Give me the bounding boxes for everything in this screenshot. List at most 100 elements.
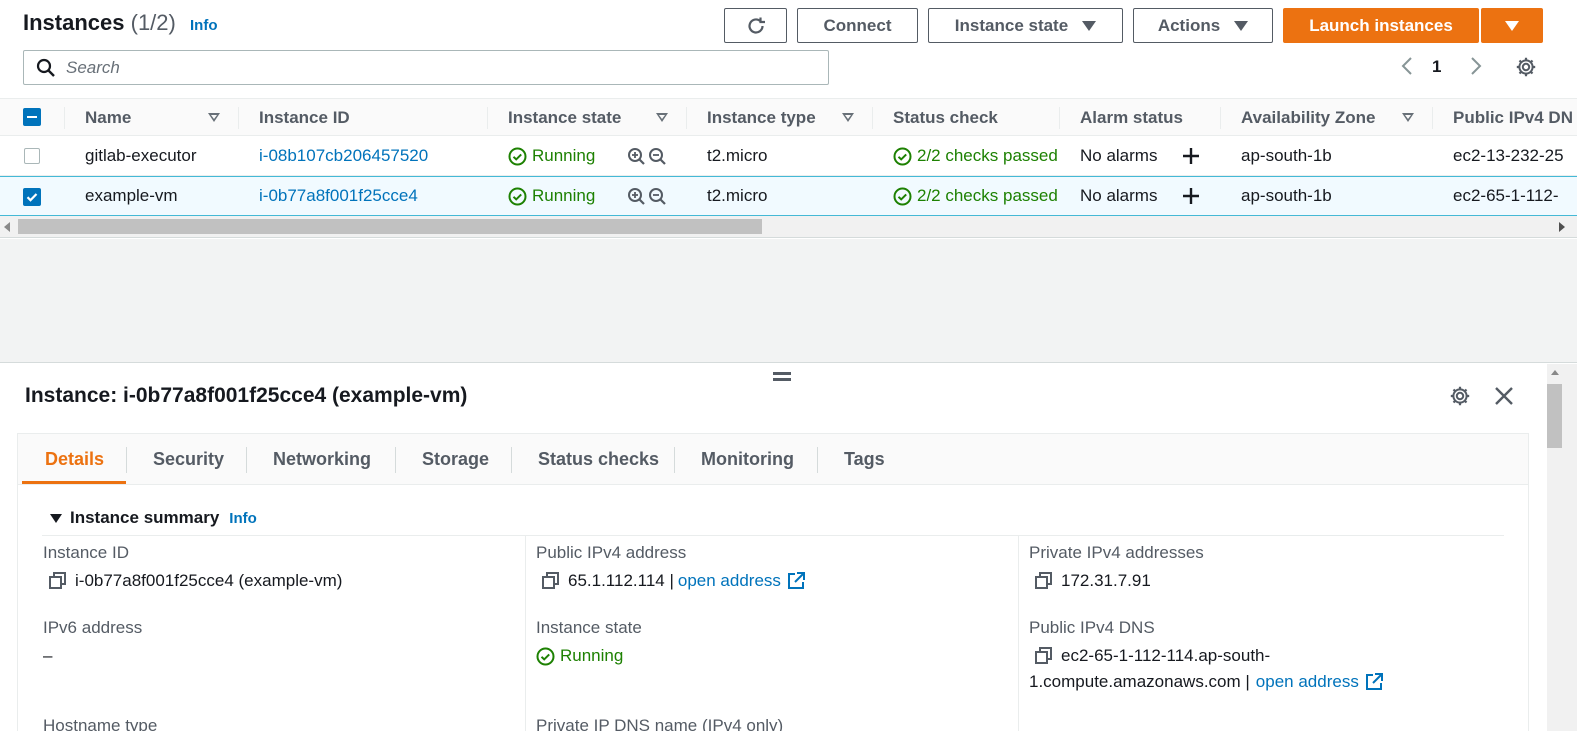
launch-instances-button[interactable]: Launch instances	[1283, 8, 1479, 43]
private-ipv4-value: 172.31.7.91	[1035, 571, 1151, 591]
table-header: Name Instance ID Instance state Instance…	[0, 98, 1577, 136]
page-number[interactable]: 1	[1432, 57, 1441, 77]
sort-icon[interactable]	[208, 113, 220, 122]
vertical-scrollbar[interactable]	[1547, 364, 1577, 731]
next-page-button[interactable]	[1467, 55, 1485, 77]
column-header-availability-zone[interactable]: Availability Zone	[1241, 99, 1375, 137]
instance-details-panel: Instance: i-0b77a8f001f25cce4 (example-v…	[0, 364, 1547, 731]
sort-icon[interactable]	[1402, 113, 1414, 122]
copy-icon[interactable]	[542, 572, 560, 590]
scroll-left-icon[interactable]	[4, 222, 10, 232]
plus-icon	[1183, 188, 1199, 204]
copy-icon[interactable]	[1035, 647, 1053, 665]
availability-zone: ap-south-1b	[1241, 146, 1332, 165]
tab-networking[interactable]: Networking	[273, 434, 371, 485]
prev-page-button[interactable]	[1398, 55, 1416, 77]
column-header-status-check[interactable]: Status check	[893, 99, 998, 137]
drag-handle-icon[interactable]	[773, 372, 791, 381]
scrollbar-thumb[interactable]	[1547, 384, 1562, 448]
row-checkbox[interactable]	[24, 148, 40, 164]
horizontal-scrollbar[interactable]	[0, 216, 1577, 238]
scroll-up-icon[interactable]	[1551, 370, 1559, 375]
open-address-link[interactable]: open address	[1256, 672, 1359, 692]
alarm-status: No alarms	[1080, 146, 1158, 165]
check-circle-icon	[508, 147, 527, 165]
column-header-instance-id[interactable]: Instance ID	[259, 99, 350, 137]
instance-summary-toggle[interactable]: Instance summary Info	[50, 508, 257, 528]
launch-dropdown-button[interactable]	[1481, 8, 1543, 43]
tab-details[interactable]: Details	[45, 434, 104, 485]
public-ipv4-label: Public IPv4 address	[536, 543, 687, 562]
tab-storage[interactable]: Storage	[422, 434, 489, 485]
alarm-status: No alarms	[1080, 186, 1158, 205]
instance-id-link[interactable]: i-08b107cb206457520	[259, 136, 428, 176]
instance-name: example-vm	[85, 186, 178, 205]
public-dns-value: ec2-65-1-112-114.ap-south-	[1035, 646, 1270, 666]
check-circle-icon	[508, 187, 527, 205]
column-header-public-dns[interactable]: Public IPv4 DN	[1453, 99, 1573, 137]
external-link-icon[interactable]	[1365, 673, 1383, 691]
sort-icon[interactable]	[842, 113, 854, 122]
public-dns: ec2-65-1-112-	[1453, 186, 1559, 205]
copy-icon[interactable]	[1035, 572, 1053, 590]
instance-id-link[interactable]: i-0b77a8f001f25cce4	[259, 176, 418, 216]
checkmark-icon	[26, 193, 38, 202]
search-icon	[36, 58, 55, 77]
row-checkbox[interactable]	[23, 188, 41, 206]
refresh-icon	[747, 17, 765, 34]
zoom-controls[interactable]	[627, 176, 667, 216]
connect-button[interactable]: Connect	[797, 8, 918, 43]
zoom-in-icon[interactable]	[627, 147, 646, 166]
preferences-button[interactable]	[1514, 55, 1538, 79]
info-link[interactable]: Info	[229, 510, 257, 527]
instance-state-button[interactable]: Instance state	[928, 8, 1123, 43]
column-header-name[interactable]: Name	[85, 99, 131, 137]
public-dns: ec2-13-232-25	[1453, 146, 1564, 165]
panel-settings-button[interactable]	[1449, 385, 1471, 412]
instance-state: Running	[508, 136, 595, 176]
close-panel-button[interactable]	[1494, 386, 1514, 411]
instance-state: Running	[508, 176, 595, 216]
zoom-out-icon[interactable]	[648, 187, 667, 206]
search-box[interactable]	[23, 50, 829, 85]
split-divider-area	[0, 239, 1577, 363]
actions-button[interactable]: Actions	[1133, 8, 1273, 43]
search-input[interactable]	[66, 57, 766, 78]
instance-name: gitlab-executor	[85, 146, 197, 165]
refresh-button[interactable]	[724, 8, 787, 43]
plus-icon	[1183, 148, 1199, 164]
caret-down-icon	[1505, 20, 1519, 31]
copy-icon[interactable]	[49, 572, 67, 590]
page-title: Instances (1/2) Info	[23, 10, 218, 35]
close-icon	[1495, 387, 1513, 405]
instance-type: t2.micro	[707, 146, 768, 165]
column-header-instance-state[interactable]: Instance state	[508, 99, 621, 137]
column-header-instance-type[interactable]: Instance type	[707, 99, 816, 137]
select-all-checkbox[interactable]	[23, 108, 41, 126]
scrollbar-thumb[interactable]	[18, 219, 762, 234]
tab-monitoring[interactable]: Monitoring	[701, 434, 794, 485]
zoom-controls[interactable]	[627, 136, 667, 176]
table-row[interactable]: example-vm i-0b77a8f001f25cce4 Running t…	[0, 176, 1577, 216]
tab-security[interactable]: Security	[153, 434, 224, 485]
gear-icon	[1450, 386, 1470, 406]
add-alarm-button[interactable]	[1181, 136, 1201, 176]
column-header-alarm-status[interactable]: Alarm status	[1080, 99, 1183, 137]
scroll-right-icon[interactable]	[1559, 222, 1565, 232]
zoom-out-icon[interactable]	[648, 147, 667, 166]
instance-id-label: Instance ID	[43, 543, 129, 562]
sort-icon[interactable]	[656, 113, 668, 122]
instance-state-value: Running	[536, 646, 623, 666]
add-alarm-button[interactable]	[1181, 176, 1201, 216]
hostname-type-label: Hostname type	[43, 716, 158, 731]
public-ipv4-value: 65.1.112.114 | open address	[542, 571, 805, 591]
instance-type: t2.micro	[707, 186, 768, 205]
table-row[interactable]: gitlab-executor i-08b107cb206457520 Runn…	[0, 136, 1577, 176]
external-link-icon[interactable]	[787, 572, 805, 590]
open-address-link[interactable]: open address	[678, 571, 781, 591]
info-link[interactable]: Info	[190, 17, 218, 34]
ipv6-label: IPv6 address	[43, 618, 143, 637]
zoom-in-icon[interactable]	[627, 187, 646, 206]
tab-tags[interactable]: Tags	[844, 434, 885, 485]
tab-status-checks[interactable]: Status checks	[538, 434, 659, 485]
